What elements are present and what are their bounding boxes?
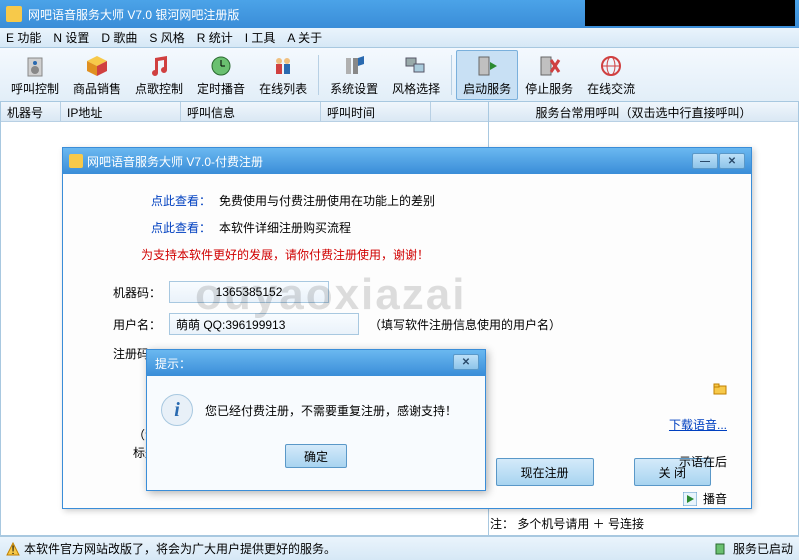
settings-towers-icon — [340, 53, 368, 80]
info-icon: i — [161, 394, 193, 426]
menu-item[interactable]: E 功能 — [6, 29, 41, 46]
server-start-icon — [473, 53, 501, 80]
link-free-vs-paid[interactable]: 免费使用与付费注册使用在功能上的差别 — [219, 192, 435, 209]
separator — [318, 55, 319, 95]
menu-item[interactable]: N 设置 — [53, 29, 89, 46]
toolbar-button[interactable]: 呼叫控制 — [4, 50, 66, 100]
toolbar-button[interactable]: 在线交流 — [580, 50, 642, 100]
toolbar-button[interactable]: 商品销售 — [66, 50, 128, 100]
menu-item[interactable]: S 风格 — [149, 29, 184, 46]
app-icon — [6, 6, 22, 22]
toolbar-button[interactable]: 在线列表 — [252, 50, 314, 100]
minimize-button[interactable]: — — [692, 153, 718, 169]
multi-machine-hint: 注： 多个机号请用 ＋ 号连接 — [490, 515, 644, 532]
clock-icon — [207, 53, 235, 80]
separator — [451, 55, 452, 95]
status-left-text: 本软件官方网站改版了，将会为广大用户提供更好的服务。 — [24, 540, 336, 557]
menubar: E 功能 N 设置 D 歌曲 S 风格 R 统计 I 工具 A 关于 — [0, 28, 799, 48]
cube-icon — [83, 53, 111, 80]
status-green-icon — [713, 542, 727, 556]
style-windows-icon — [402, 53, 430, 80]
col-header[interactable]: 机器号 — [1, 102, 61, 121]
dialog-icon — [69, 154, 83, 168]
ok-button[interactable]: 确定 — [285, 444, 347, 468]
red-notice: 为支持本软件更好的发展，请你付费注册使用，谢谢！ — [141, 246, 723, 263]
toolbar-button[interactable]: 点歌控制 — [128, 50, 190, 100]
menu-item[interactable]: R 统计 — [197, 29, 233, 46]
globe-icon — [597, 53, 625, 80]
warning-icon: ! — [6, 542, 20, 556]
menu-item[interactable]: A 关于 — [287, 29, 322, 46]
status-right-text: 服务已启动 — [733, 540, 793, 557]
statusbar: ! 本软件官方网站改版了，将会为广大用户提供更好的服务。 服务已启动 — [0, 536, 799, 560]
col-header[interactable]: 呼叫时间 — [321, 102, 431, 121]
username-hint: （填写软件注册信息使用的用户名） — [369, 316, 561, 333]
col-header[interactable]: IP地址 — [61, 102, 181, 121]
col-header[interactable]: 呼叫信息 — [181, 102, 321, 121]
close-button[interactable]: ✕ — [719, 153, 745, 169]
toolbar-button-stop[interactable]: 停止服务 — [518, 50, 580, 100]
server-stop-icon — [535, 53, 563, 80]
tip-titlebar[interactable]: 提示： ✕ — [147, 350, 485, 376]
machine-code-label: 机器码： — [91, 284, 161, 301]
toolbar-button[interactable]: 定时播音 — [190, 50, 252, 100]
speaker-icon — [21, 53, 49, 80]
tip-close-button[interactable]: ✕ — [453, 354, 479, 370]
toolbar-button[interactable]: 系统设置 — [323, 50, 385, 100]
redacted-block — [585, 0, 795, 26]
username-field[interactable]: 萌萌 QQ:396199913 — [169, 313, 359, 335]
machine-code-field: 1365385152 — [169, 281, 329, 303]
username-label: 用户名： — [91, 316, 161, 333]
link-prefix: 点此查看： — [151, 219, 211, 236]
dialog-titlebar[interactable]: 网吧语音服务大师 V7.0-付费注册 — ✕ — [63, 148, 751, 174]
register-now-button[interactable]: 现在注册 — [496, 458, 594, 486]
tip-dialog: 提示： ✕ i 您已经付费注册，不需要重复注册，感谢支持！ 确定 — [146, 349, 486, 491]
svg-text:!: ! — [11, 543, 14, 556]
music-note-icon — [145, 53, 173, 80]
tip-title: 提示： — [155, 355, 191, 372]
menu-item[interactable]: D 歌曲 — [101, 29, 137, 46]
play-icon[interactable] — [683, 492, 697, 506]
toolbar-button[interactable]: 风格选择 — [385, 50, 447, 100]
toolbar: 呼叫控制 商品销售 点歌控制 定时播音 在线列表 系统设置 风格选择 启动服务 … — [0, 48, 799, 102]
link-prefix: 点此查看： — [151, 192, 211, 209]
link-purchase-flow[interactable]: 本软件详细注册购买流程 — [219, 219, 351, 236]
window-title: 网吧语音服务大师 V7.0 银河网吧注册版 — [28, 6, 239, 23]
toolbar-button-start[interactable]: 启动服务 — [456, 50, 518, 100]
lang-after-text: 示语在后 — [679, 453, 727, 470]
tip-message: 您已经付费注册，不需要重复注册，感谢支持！ — [205, 402, 457, 419]
play-label: 播音 — [703, 490, 727, 507]
download-voice-link[interactable]: 下载语音... — [669, 416, 727, 433]
main-titlebar: 网吧语音服务大师 V7.0 银河网吧注册版 — [0, 0, 799, 28]
menu-item[interactable]: I 工具 — [245, 29, 276, 46]
folder-icon[interactable] — [713, 382, 727, 396]
people-icon — [269, 53, 297, 80]
panel-header: 服务台常用呼叫（双击选中行直接呼叫） — [489, 102, 798, 122]
dialog-title: 网吧语音服务大师 V7.0-付费注册 — [87, 153, 263, 170]
